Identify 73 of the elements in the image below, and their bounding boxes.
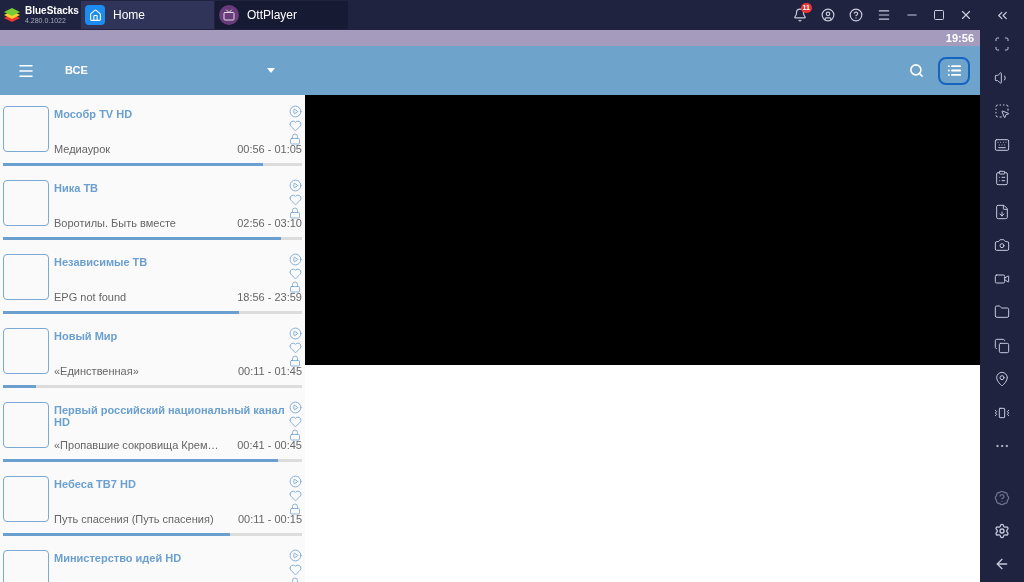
category-dropdown[interactable]: ВСЕ [65, 62, 275, 79]
channel-logo [3, 254, 49, 300]
account-icon[interactable] [821, 8, 835, 22]
channel-name[interactable]: Небеса ТВ7 HD [54, 478, 288, 515]
program-time: 00:56 - 01:05 [237, 143, 302, 156]
program-title: Воротилы. Быть вместе [54, 217, 176, 230]
logo-icon [2, 6, 22, 24]
play-icon[interactable] [288, 327, 302, 340]
program-title: Медиаурок [54, 143, 111, 156]
channel-logo [3, 328, 49, 374]
lock-icon[interactable] [289, 503, 301, 515]
play-icon[interactable] [288, 401, 302, 414]
favorite-icon[interactable] [288, 489, 302, 502]
maximize-icon[interactable] [933, 9, 945, 21]
lock-icon[interactable] [289, 207, 301, 219]
lock-icon[interactable] [289, 429, 301, 441]
notification-icon[interactable] [793, 8, 807, 22]
channel-name[interactable]: Первый российский национальный канал HD [54, 404, 288, 441]
back-icon[interactable] [994, 556, 1010, 572]
channel-name[interactable]: Новый Мир [54, 330, 288, 367]
channel-logo [3, 402, 49, 448]
caret-icon [267, 68, 275, 73]
program-time: 00:41 - 00:45 [237, 439, 302, 452]
emulator-tab[interactable]: Home [81, 1, 214, 29]
channel-name[interactable]: Независимые ТВ [54, 256, 288, 293]
channel-logo [3, 476, 49, 522]
search-icon[interactable] [909, 63, 924, 78]
favorite-icon[interactable] [288, 415, 302, 428]
location-icon[interactable] [994, 371, 1010, 387]
program-title: «Пропавшие сокровища Крем… [54, 439, 219, 452]
channel-logo [3, 180, 49, 226]
program-title: EPG not found [54, 291, 127, 304]
favorite-icon[interactable] [288, 563, 302, 576]
home-icon [85, 5, 105, 25]
brand-name: BlueStacks [25, 6, 79, 16]
favorite-icon[interactable] [288, 267, 302, 280]
channel-name[interactable]: Министерство идей HD [54, 552, 288, 582]
favorite-icon[interactable] [288, 193, 302, 206]
keyboard-icon[interactable] [994, 136, 1010, 153]
play-icon[interactable] [288, 105, 302, 118]
play-icon[interactable] [288, 253, 302, 266]
list-view-button[interactable] [938, 56, 970, 85]
lock-icon[interactable] [289, 133, 301, 145]
close-icon[interactable] [959, 8, 973, 22]
program-title: Путь спасения (Путь спасения) [54, 513, 214, 526]
folder-icon[interactable] [994, 304, 1010, 320]
program-time: 00:11 - 01:45 [238, 365, 302, 378]
channel-logo [3, 106, 49, 152]
program-time: 00:11 - 00:15 [238, 513, 302, 526]
program-title: «Единственная» [54, 365, 139, 378]
play-icon[interactable] [288, 475, 302, 488]
favorite-icon[interactable] [288, 119, 302, 132]
clock: 19:56 [945, 30, 974, 46]
camera-icon[interactable] [994, 237, 1010, 253]
tv-icon [219, 5, 239, 25]
settings-icon[interactable] [994, 523, 1010, 539]
play-icon[interactable] [288, 549, 302, 562]
program-time: 02:56 - 03:10 [237, 217, 302, 230]
list-icon [946, 63, 962, 78]
fullscreen-icon[interactable] [994, 36, 1010, 52]
play-icon[interactable] [288, 179, 302, 192]
lock-icon[interactable] [289, 281, 301, 293]
pointer-icon[interactable] [994, 103, 1010, 119]
download-icon[interactable] [994, 203, 1010, 220]
lock-icon[interactable] [289, 355, 301, 367]
channel-name[interactable]: Мособр TV HD [54, 108, 288, 145]
copy-icon[interactable] [994, 337, 1010, 354]
channel-name[interactable]: Ника ТВ [54, 182, 288, 219]
program-time: 18:56 - 23:59 [237, 291, 302, 304]
menu-icon[interactable] [877, 8, 891, 22]
clipboard-icon[interactable] [994, 170, 1010, 186]
favorite-icon[interactable] [288, 341, 302, 354]
emulator-tab[interactable]: OttPlayer [215, 1, 348, 29]
